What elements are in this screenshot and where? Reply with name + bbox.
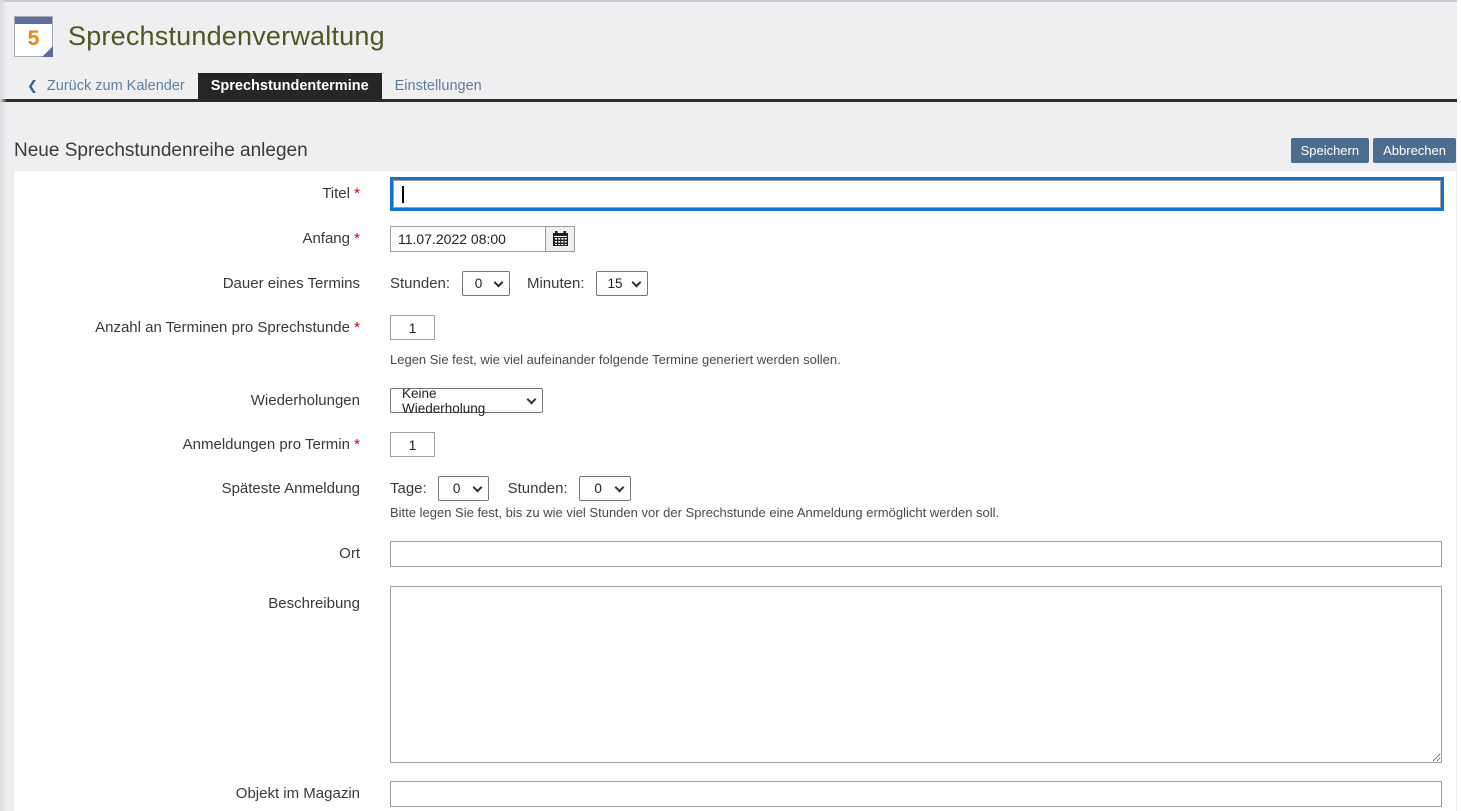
spaeteste-help-text: Bitte legen Sie fest, bis zu wie viel St… <box>390 505 1456 520</box>
wiederholungen-field: Keine Wiederholung <box>390 388 1456 413</box>
anzahl-input[interactable] <box>390 315 435 340</box>
action-buttons: Speichern Abbrechen <box>1291 138 1456 163</box>
page-heading-row: Neue Sprechstundenreihe anlegen Speicher… <box>14 138 1456 163</box>
spaeteste-field: Tage: 0 Stunden: 0 Bitte legen Sie fest,… <box>390 476 1456 520</box>
calendar-icon <box>552 231 569 247</box>
dauer-stunden-label: Stunden: <box>390 275 450 292</box>
dauer-minuten-select[interactable]: 15 <box>596 271 648 296</box>
form-row-anmeldungen: Anmeldungen pro Termin * <box>14 432 1456 457</box>
tab-sprechstundentermine[interactable]: Sprechstundentermine <box>198 73 382 99</box>
text-caret <box>402 186 404 203</box>
titel-input[interactable] <box>393 180 1441 208</box>
objekt-label: Objekt im Magazin <box>14 781 360 806</box>
form-row-beschreibung: Beschreibung <box>14 586 1456 768</box>
required-asterisk: * <box>354 436 360 453</box>
spaeteste-tage-label: Tage: <box>390 480 427 497</box>
calendar-icon-fold <box>42 46 53 57</box>
beschreibung-field <box>390 586 1456 768</box>
dauer-label: Dauer eines Termins <box>14 271 360 296</box>
chevron-left-icon: ❮ <box>27 78 38 94</box>
spaeteste-stunden-label: Stunden: <box>508 480 568 497</box>
form-row-anzahl: Anzahl an Terminen pro Sprechstunde * Le… <box>14 315 1456 367</box>
wiederholungen-select[interactable]: Keine Wiederholung <box>390 388 543 413</box>
objekt-input[interactable] <box>390 781 1442 807</box>
anzahl-field: Legen Sie fest, wie viel aufeinander fol… <box>390 315 1456 367</box>
anmeldungen-field <box>390 432 1456 457</box>
titel-label: Titel * <box>14 179 360 209</box>
right-edge-strip <box>1457 0 1461 811</box>
calendar-app-icon: 5 <box>14 16 53 57</box>
form-row-titel: Titel * <box>14 179 1456 209</box>
spaeteste-label: Späteste Anmeldung <box>14 476 360 501</box>
anzahl-label: Anzahl an Terminen pro Sprechstunde * <box>14 315 360 340</box>
form-row-ort: Ort <box>14 541 1456 567</box>
tab-back-label: Zurück zum Kalender <box>47 78 185 94</box>
app-title: Sprechstundenverwaltung <box>68 21 385 52</box>
form-row-objekt: Objekt im Magazin <box>14 781 1456 807</box>
objekt-field <box>390 781 1456 807</box>
form-row-anfang: Anfang * <box>14 226 1456 252</box>
required-asterisk: * <box>354 230 360 247</box>
chevron-down-icon <box>493 277 503 287</box>
tab-back-to-calendar[interactable]: ❮ Zurück zum Kalender <box>14 73 198 99</box>
save-button[interactable]: Speichern <box>1291 138 1370 163</box>
form-row-spaeteste: Späteste Anmeldung Tage: 0 Stunden: 0 Bi… <box>14 476 1456 520</box>
anfang-label: Anfang * <box>14 226 360 251</box>
required-asterisk: * <box>354 185 360 202</box>
form-panel: Titel * Anfang * <box>14 171 1456 811</box>
anmeldungen-label: Anmeldungen pro Termin * <box>14 432 360 457</box>
datepicker-button[interactable] <box>545 226 575 252</box>
tab-einstellungen-label: Einstellungen <box>395 78 482 94</box>
beschreibung-textarea[interactable] <box>390 586 1442 763</box>
dauer-field: Stunden: 0 Minuten: 15 <box>390 271 1456 296</box>
wiederholungen-label: Wiederholungen <box>14 388 360 413</box>
anfang-field <box>390 226 1456 252</box>
chevron-down-icon <box>632 277 642 287</box>
spaeteste-tage-select[interactable]: 0 <box>438 476 489 501</box>
chevron-down-icon <box>615 482 625 492</box>
beschreibung-label: Beschreibung <box>14 586 360 616</box>
anfang-datetime-input[interactable] <box>390 226 546 252</box>
page-heading: Neue Sprechstundenreihe anlegen <box>14 140 308 162</box>
form-row-dauer: Dauer eines Termins Stunden: 0 Minuten: … <box>14 271 1456 296</box>
cancel-button[interactable]: Abbrechen <box>1373 138 1456 163</box>
chevron-down-icon <box>473 482 483 492</box>
tab-einstellungen[interactable]: Einstellungen <box>382 73 495 99</box>
left-edge-shadow <box>0 0 7 811</box>
anzahl-help-text: Legen Sie fest, wie viel aufeinander fol… <box>390 352 1456 367</box>
ort-label: Ort <box>14 541 360 566</box>
tab-bar: ❮ Zurück zum Kalender Sprechstundentermi… <box>0 73 1461 102</box>
dauer-minuten-label: Minuten: <box>527 275 585 292</box>
tab-sprechstundentermine-label: Sprechstundentermine <box>211 78 369 94</box>
required-asterisk: * <box>354 319 360 336</box>
ort-field <box>390 541 1456 567</box>
app-header: 5 Sprechstundenverwaltung <box>0 2 1461 57</box>
anmeldungen-input[interactable] <box>390 432 435 457</box>
dauer-stunden-select[interactable]: 0 <box>462 271 510 296</box>
ort-input[interactable] <box>390 541 1442 567</box>
chevron-down-icon <box>527 394 537 404</box>
titel-field <box>390 179 1456 208</box>
spaeteste-stunden-select[interactable]: 0 <box>579 476 631 501</box>
form-row-wiederholungen: Wiederholungen Keine Wiederholung <box>14 388 1456 413</box>
